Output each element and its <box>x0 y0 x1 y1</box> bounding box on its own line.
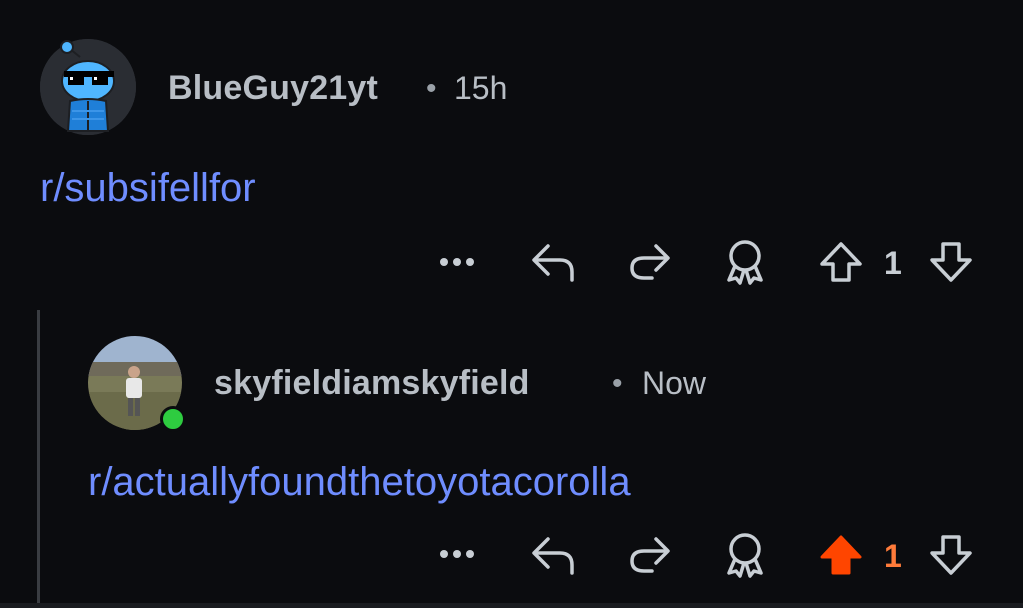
separator-dot: • <box>612 367 623 400</box>
downvote-icon[interactable] <box>928 240 974 284</box>
username[interactable]: BlueGuy21yt <box>168 69 378 108</box>
divider <box>0 603 1023 608</box>
share-icon[interactable] <box>626 533 672 577</box>
avatar[interactable] <box>40 39 136 135</box>
upvote-active-icon[interactable] <box>818 533 864 577</box>
award-icon[interactable] <box>722 238 768 286</box>
timestamp: Now <box>642 365 707 401</box>
subreddit-link[interactable]: r/actuallyfoundthetoyotacorolla <box>88 460 631 505</box>
share-icon[interactable] <box>626 240 672 284</box>
more-icon[interactable] <box>438 544 478 564</box>
award-icon[interactable] <box>722 531 768 579</box>
upvote-icon[interactable] <box>818 240 864 284</box>
vote-count: 1 <box>884 538 902 574</box>
reply-icon[interactable] <box>530 533 578 577</box>
online-status-indicator <box>160 406 186 432</box>
username[interactable]: skyfieldiamskyfield <box>214 364 530 403</box>
downvote-icon[interactable] <box>928 533 974 577</box>
more-icon[interactable] <box>438 252 478 272</box>
timestamp: 15h <box>454 70 508 106</box>
avatar[interactable] <box>88 336 186 432</box>
subreddit-link[interactable]: r/subsifellfor <box>40 166 256 211</box>
separator-dot: • <box>426 72 437 105</box>
snoo-avatar-icon <box>40 39 136 135</box>
vote-count: 1 <box>884 245 902 281</box>
comment: BlueGuy21yt • 15h r/subsifellfor 1 <box>0 0 1023 300</box>
reply-icon[interactable] <box>530 240 578 284</box>
